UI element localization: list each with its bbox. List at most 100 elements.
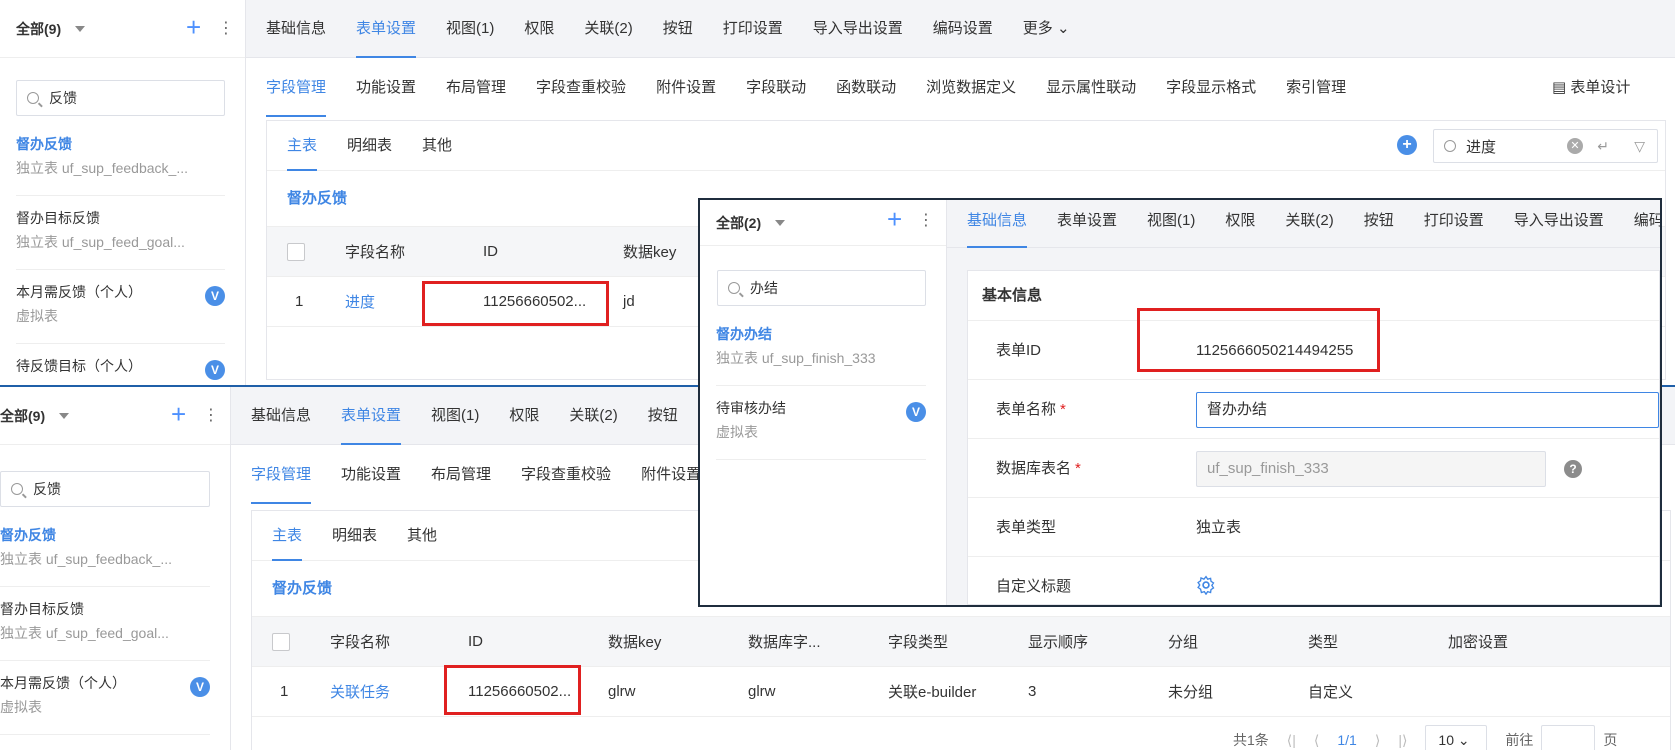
list-item[interactable]: 督办目标反馈 独立表 uf_sup_feed_goal... [16,208,225,270]
search-icon [728,282,740,294]
sidebar-title[interactable]: 全部(9) [0,406,45,426]
subtab-field-format[interactable]: 字段显示格式 [1166,59,1256,117]
tab-form-settings[interactable]: 表单设置 [1057,200,1117,248]
sidebar-title[interactable]: 全部(9) [16,19,61,39]
tab-more[interactable]: 更多 ⌄ [1023,0,1070,58]
clear-icon[interactable]: ✕ [1567,138,1583,154]
tab-print-settings[interactable]: 打印设置 [1424,200,1484,248]
help-icon[interactable]: ? [1564,460,1582,478]
gear-icon[interactable] [1196,575,1216,595]
tab-buttons[interactable]: 按钮 [648,387,678,445]
item-desc: 独立表 uf_sup_feed_goal... [16,234,185,250]
subtab-layout[interactable]: 布局管理 [446,59,506,117]
tab-buttons[interactable]: 按钮 [663,0,693,58]
column-header: 类型 [1308,634,1339,651]
tab-views[interactable]: 视图(1) [431,387,479,445]
tab-relations[interactable]: 关联(2) [1285,200,1333,248]
filter-icon[interactable]: ▽ [1634,138,1645,155]
plus-icon[interactable]: + [186,12,201,43]
more-vertical-icon[interactable]: ⋮ [203,405,219,425]
tab-views[interactable]: 视图(1) [446,0,494,58]
highlight-box [1137,308,1380,372]
chevron-down-icon[interactable] [775,219,786,226]
list-item[interactable]: 待审核办结 虚拟表 V [716,398,926,460]
list-item[interactable]: 督办目标反馈 独立表 uf_sup_feed_goal... [0,599,210,661]
sidebar-search-input[interactable]: 反馈 [0,471,210,507]
list-item[interactable]: 本月需反馈（个人） 虚拟表 V [16,282,225,344]
select-all-checkbox[interactable] [287,242,305,261]
subtab-function-settings[interactable]: 功能设置 [341,446,401,504]
tab-form-settings[interactable]: 表单设置 [341,387,402,445]
field-search-input[interactable]: 进度 ✕ ↵ ▽ [1433,129,1658,163]
tab-buttons[interactable]: 按钮 [1364,200,1394,248]
tab-relations[interactable]: 关联(2) [584,0,632,58]
tab-basic-info[interactable]: 基础信息 [251,387,311,445]
list-item[interactable]: 待反馈目标（个人） V [16,356,225,386]
field-name-link[interactable]: 进度 [345,291,375,312]
list-item[interactable]: 督办办结 独立表 uf_sup_finish_333 [716,324,926,386]
subtab-display-linkage[interactable]: 显示属性联动 [1046,59,1136,117]
form-design-button[interactable]: ▤ 表单设计 [1552,59,1630,117]
subtab-index[interactable]: 索引管理 [1286,59,1346,117]
tab-code-settings[interactable]: 编码设置 [933,0,993,58]
subtab-browse-data[interactable]: 浏览数据定义 [926,59,1016,117]
tab-code-settings[interactable]: 编码 [1634,200,1660,248]
form-name-label: 表单名称 [996,401,1057,418]
form-type-value: 独立表 [1196,519,1242,536]
tab-permissions[interactable]: 权限 [524,0,554,58]
sidebar-search-input[interactable]: 办结 [717,270,926,306]
subtab-duplicate-check[interactable]: 字段查重校验 [536,59,626,117]
subtab-duplicate-check[interactable]: 字段查重校验 [521,446,611,504]
more-vertical-icon[interactable]: ⋮ [218,18,234,38]
subtab-attachments[interactable]: 附件设置 [641,446,701,504]
more-vertical-icon[interactable]: ⋮ [918,210,934,230]
tab-views[interactable]: 视图(1) [1147,200,1195,248]
tab-basic-info[interactable]: 基础信息 [266,0,326,58]
sidebar-title[interactable]: 全部(2) [716,213,761,233]
chevron-down-icon[interactable] [75,25,86,32]
subtab-layout[interactable]: 布局管理 [431,446,491,504]
tab-main-table[interactable]: 主表 [272,511,303,561]
tab-other[interactable]: 其他 [407,511,437,561]
tab-permissions[interactable]: 权限 [509,387,539,445]
select-all-checkbox[interactable] [272,632,290,651]
subtab-field-management[interactable]: 字段管理 [266,59,327,117]
next-page-icon[interactable]: ⟩ [1375,732,1380,749]
subtab-field-linkage[interactable]: 字段联动 [746,59,806,117]
list-item[interactable]: 督办反馈 独立表 uf_sup_feedback_... [0,525,210,587]
page-size-select[interactable]: 10 ⌄ [1425,725,1488,750]
tab-basic-info[interactable]: 基础信息 [967,200,1028,248]
plus-icon[interactable]: + [887,204,902,235]
add-circle-icon[interactable]: + [1397,135,1417,155]
subtab-function-settings[interactable]: 功能设置 [356,59,416,117]
sidebar-header: 全部(9) + ⋮ [0,387,230,445]
top-sub-tabs: 字段管理 功能设置 布局管理 字段查重校验 附件设置 字段联动 函数联动 浏览数… [246,59,1675,117]
enter-icon[interactable]: ↵ [1597,138,1609,155]
tab-form-settings[interactable]: 表单设置 [356,0,417,58]
tab-permissions[interactable]: 权限 [1225,200,1255,248]
tab-import-export[interactable]: 导入导出设置 [1514,200,1604,248]
tab-print-settings[interactable]: 打印设置 [723,0,783,58]
tab-detail-table[interactable]: 明细表 [332,511,377,561]
goto-page-input[interactable] [1541,725,1596,750]
tab-import-export[interactable]: 导入导出设置 [813,0,903,58]
tab-relations[interactable]: 关联(2) [569,387,617,445]
sidebar-search-input[interactable]: 反馈 [16,80,225,116]
field-name-link[interactable]: 关联任务 [330,681,390,702]
chevron-down-icon[interactable] [59,412,70,419]
subtab-field-management[interactable]: 字段管理 [251,446,312,504]
search-value: 办结 [750,280,778,296]
db-name-input: uf_sup_finish_333 [1196,451,1546,487]
last-page-icon[interactable]: |⟩ [1398,732,1407,749]
tab-detail-table[interactable]: 明细表 [347,121,392,171]
form-name-input[interactable]: 督办办结 [1196,392,1659,428]
prev-page-icon[interactable]: ⟨ [1314,732,1319,749]
subtab-attachments[interactable]: 附件设置 [656,59,716,117]
subtab-function-linkage[interactable]: 函数联动 [836,59,896,117]
list-item[interactable]: 督办反馈 独立表 uf_sup_feedback_... [16,134,225,196]
first-page-icon[interactable]: ⟨| [1287,732,1296,749]
plus-icon[interactable]: + [171,399,186,430]
tab-main-table[interactable]: 主表 [287,121,318,171]
list-item[interactable]: 本月需反馈（个人） 虚拟表 V [0,673,210,735]
tab-other[interactable]: 其他 [422,121,452,171]
